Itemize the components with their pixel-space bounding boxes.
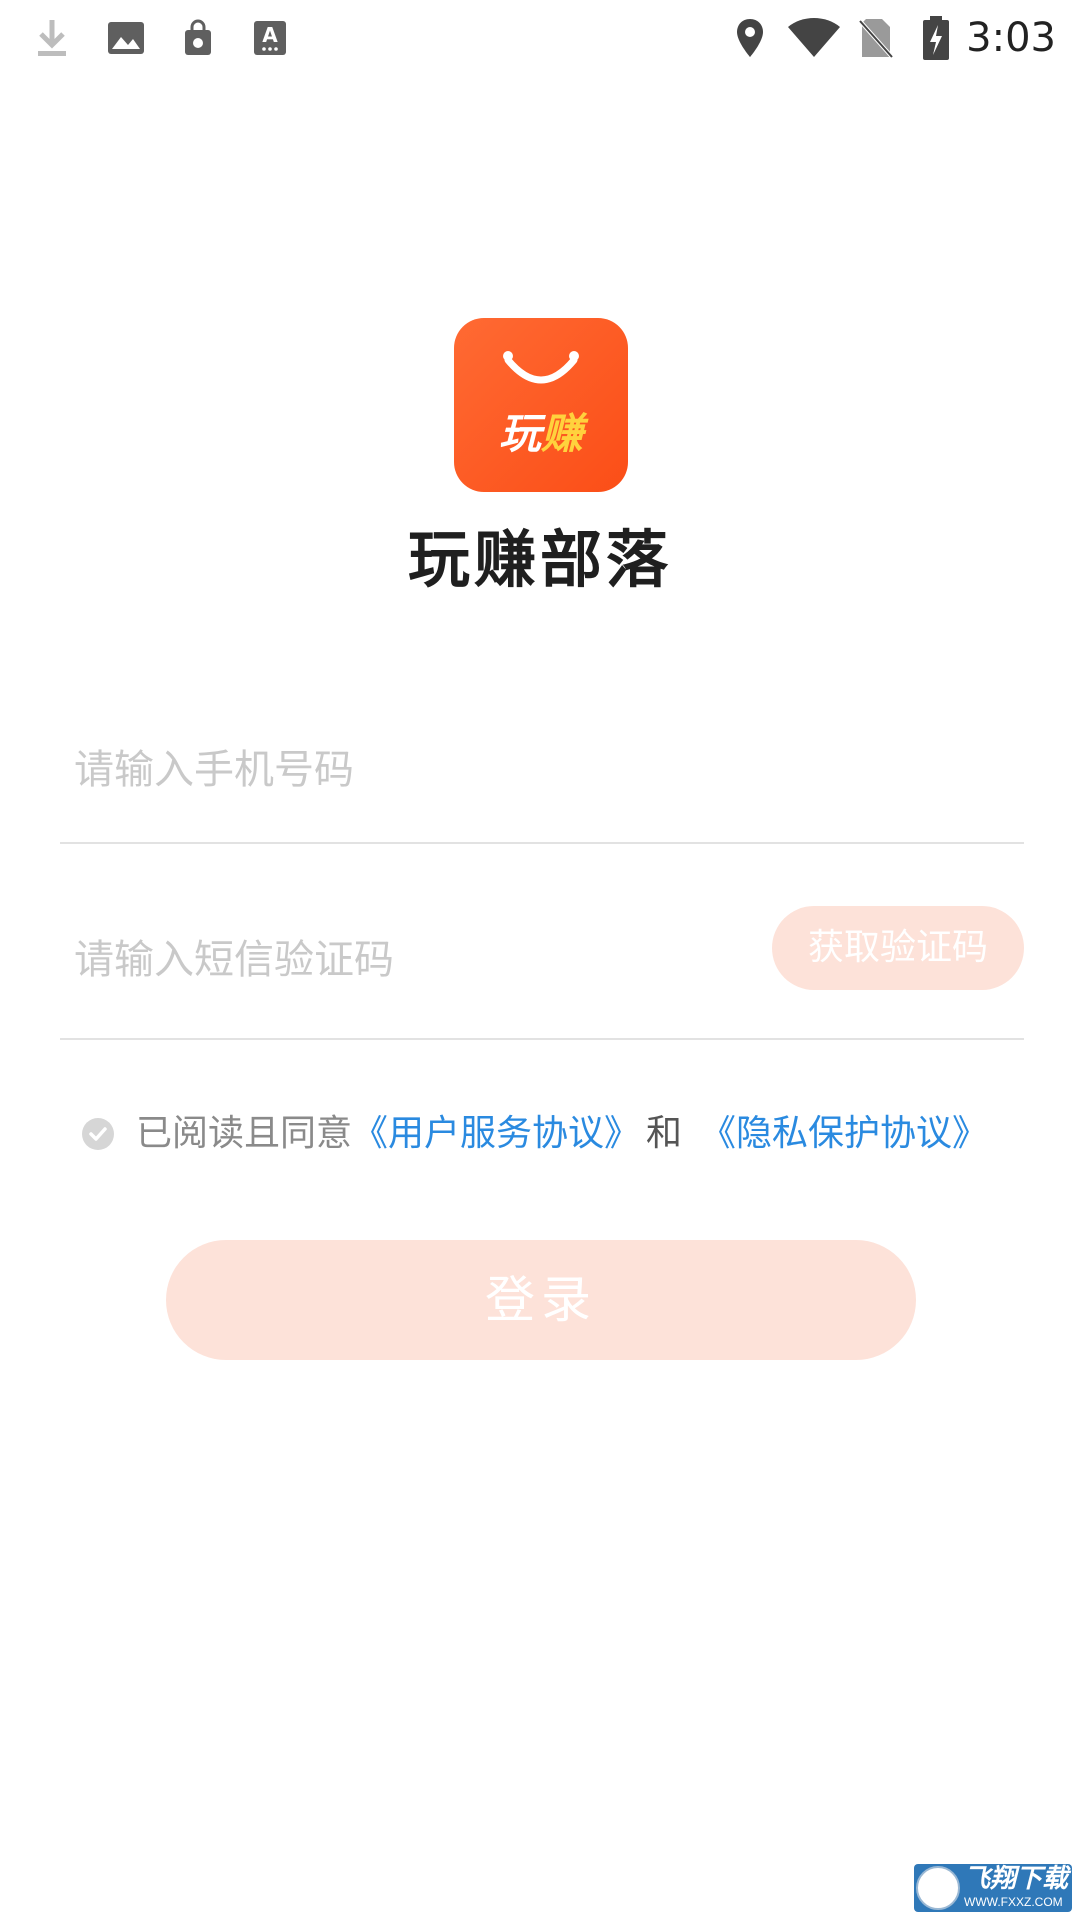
svg-text:A: A (262, 23, 278, 47)
agreement-prefix: 已阅读且同意 (136, 1113, 353, 1154)
wifi-icon (784, 12, 844, 64)
watermark: 飞翔下载 WWW.FXXZ.COM (914, 1864, 1072, 1912)
logo-text-part2: 赚 (541, 409, 584, 458)
download-icon (28, 12, 76, 64)
app-name: 玩赚部落 (407, 523, 672, 596)
battery-charging-icon (912, 12, 960, 64)
smile-icon (503, 351, 579, 384)
watermark-url: WWW.FXXZ.COM (964, 1895, 1063, 1909)
no-sim-icon (852, 12, 900, 64)
agreement-row: 已阅读且同意 《用户服务协议》 和 《隐私保护协议》 (82, 1104, 988, 1164)
user-agreement-link[interactable]: 《用户服务协议》 (352, 1104, 640, 1164)
checkmark-icon (89, 1127, 107, 1141)
privacy-policy-link[interactable]: 《隐私保护协议》 (700, 1104, 988, 1164)
app-logo: 玩赚 (454, 318, 628, 492)
keyboard-a-icon: A (246, 12, 294, 64)
status-bar: A 3:03 (0, 0, 1080, 76)
phone-input[interactable] (74, 740, 974, 800)
sms-code-field: 获取验证码 (60, 880, 1024, 1040)
get-code-button[interactable]: 获取验证码 (772, 906, 1024, 990)
phone-field (60, 700, 1024, 844)
login-button[interactable]: 登录 (166, 1240, 916, 1360)
location-icon (726, 12, 774, 64)
login-screen: A 3:03 玩赚 玩赚部落 请输入手机号码 请输入短信验证码 获取验证码 已阅… (0, 0, 1080, 1920)
logo-text-part1: 玩 (498, 409, 541, 458)
watermark-title: 飞翔下载 (964, 1864, 1069, 1894)
status-time: 3:03 (966, 15, 1056, 61)
watermark-logo (916, 1866, 960, 1910)
agreement-and: 和 (646, 1113, 683, 1154)
agree-checkbox[interactable] (82, 1118, 114, 1150)
logo-text: 玩赚 (454, 408, 628, 460)
sms-code-input[interactable] (74, 930, 754, 990)
shopping-bag-icon (174, 12, 222, 64)
image-icon (102, 12, 150, 64)
